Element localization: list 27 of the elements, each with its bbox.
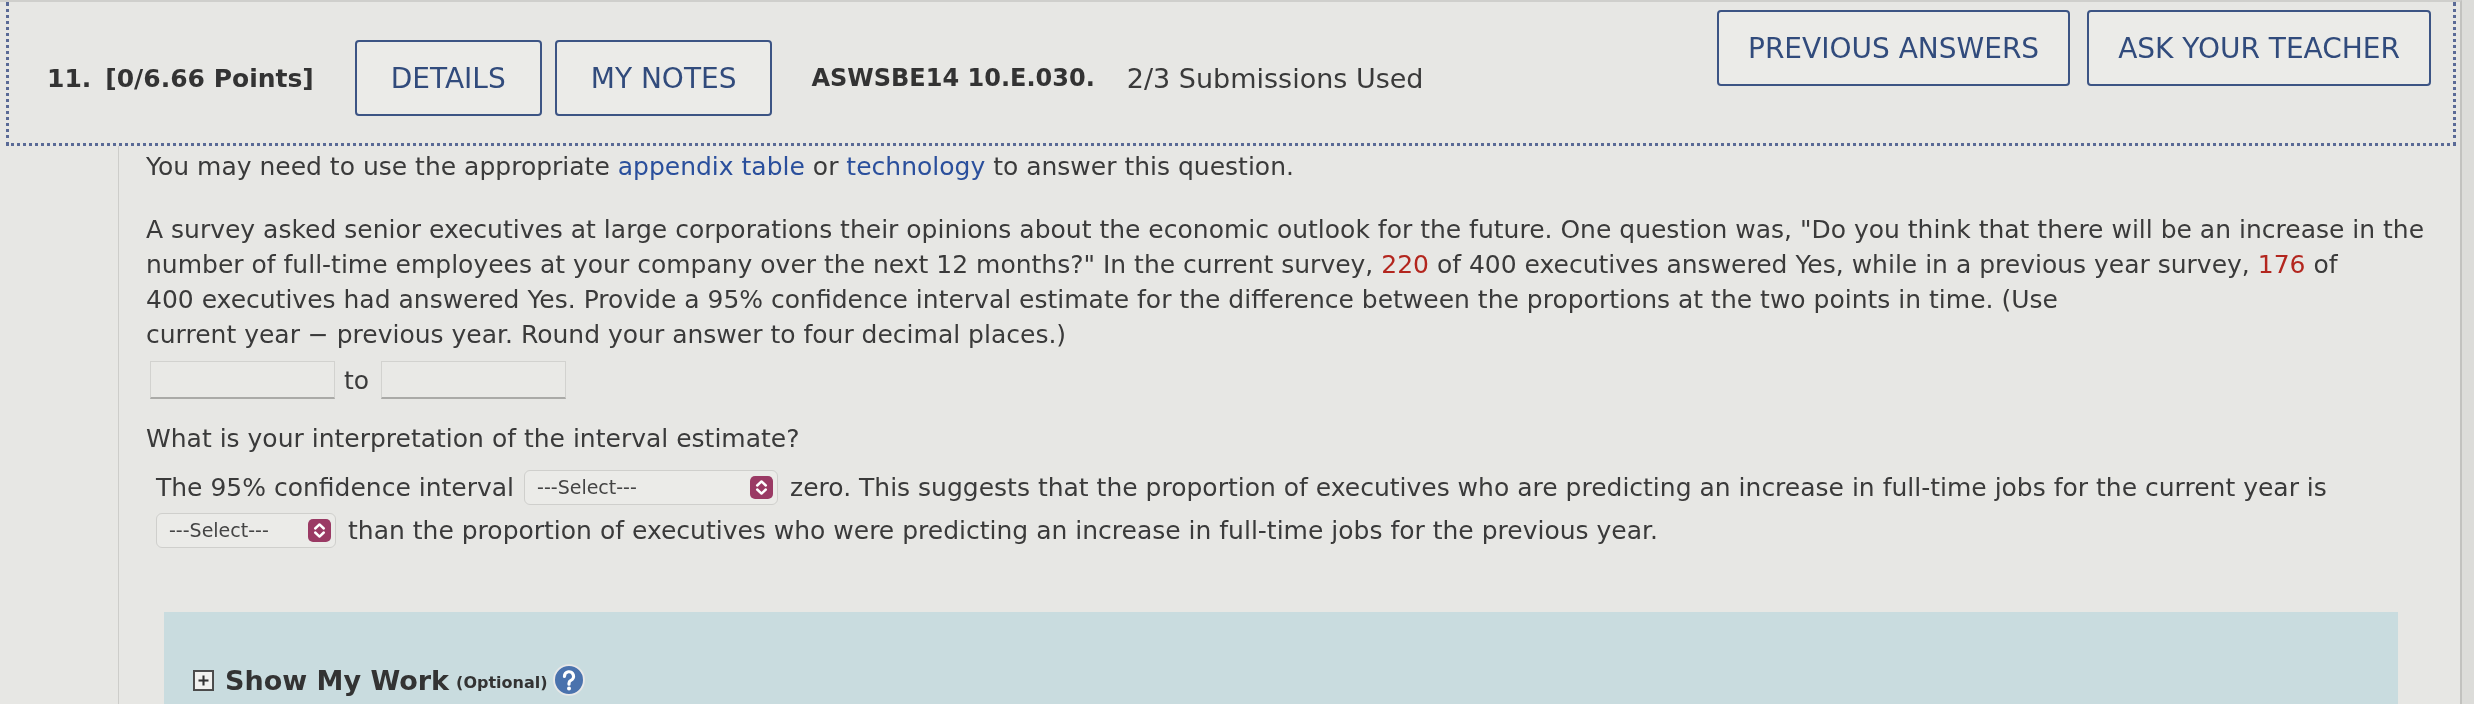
- question-number: 11.: [47, 63, 92, 93]
- submissions-count: 2/3 Submissions Used: [1126, 62, 1424, 94]
- plus-box-icon[interactable]: [193, 669, 214, 691]
- question-code: ASWSBE14 10.E.030.: [811, 64, 1095, 92]
- interpretation-question: What is your interpretation of the interval estimate?: [146, 423, 801, 455]
- sentence-text: The 95% confidence interval: [156, 472, 515, 502]
- up-down-arrows-icon: [750, 475, 774, 499]
- optional-label: (Optional): [456, 673, 548, 692]
- range-separator-text: to: [344, 365, 370, 395]
- answer-field[interactable]: [150, 361, 335, 399]
- header-button[interactable]: DETAILS: [354, 40, 542, 116]
- sentence-text: zero. This suggests that the proportion of executives who are predicting an increase in full-time jobs for the current year is: [790, 472, 2327, 502]
- header-button[interactable]: MY NOTES: [554, 40, 773, 116]
- action-button[interactable]: PREVIOUS ANSWERS: [1717, 10, 2071, 86]
- problem-text: A survey asked senior executives at large corporations their opinions about the economic outlook for the future. One question was, "Do you think that there will be an increase in the number of full-time employees at your company over the next 12 months?" In the current survey, 220 of 400 executives answered Yes, while in a previous year survey, 176 of 400 executives had answered Yes. Provide a 95% confidence interval estimate for the difference between the proportions at the two points in time. (Use current year − previous year. Round your answer to four decimal places.): [146, 214, 2426, 351]
- up-down-arrows-icon: [308, 518, 331, 542]
- show-my-work-link[interactable]: Show My Work: [225, 664, 450, 696]
- dropdown-select[interactable]: ---Select---: [156, 512, 336, 548]
- sentence-text: than the proportion of executives who were predicting an increase in full-time jobs for the previous year.: [348, 515, 1658, 545]
- reference-link[interactable]: appendix table: [617, 152, 805, 181]
- dropdown-select[interactable]: ---Select---: [524, 469, 779, 505]
- reference-link[interactable]: technology: [846, 152, 986, 181]
- points-label: [0/6.66 Points]: [105, 63, 314, 93]
- help-icon[interactable]: [552, 664, 585, 696]
- action-button[interactable]: ASK YOUR TEACHER: [2087, 10, 2431, 86]
- answer-field[interactable]: [381, 361, 567, 399]
- instruction-text: You may need to use the appropriate appendix table or technology to answer this question.: [146, 152, 1295, 182]
